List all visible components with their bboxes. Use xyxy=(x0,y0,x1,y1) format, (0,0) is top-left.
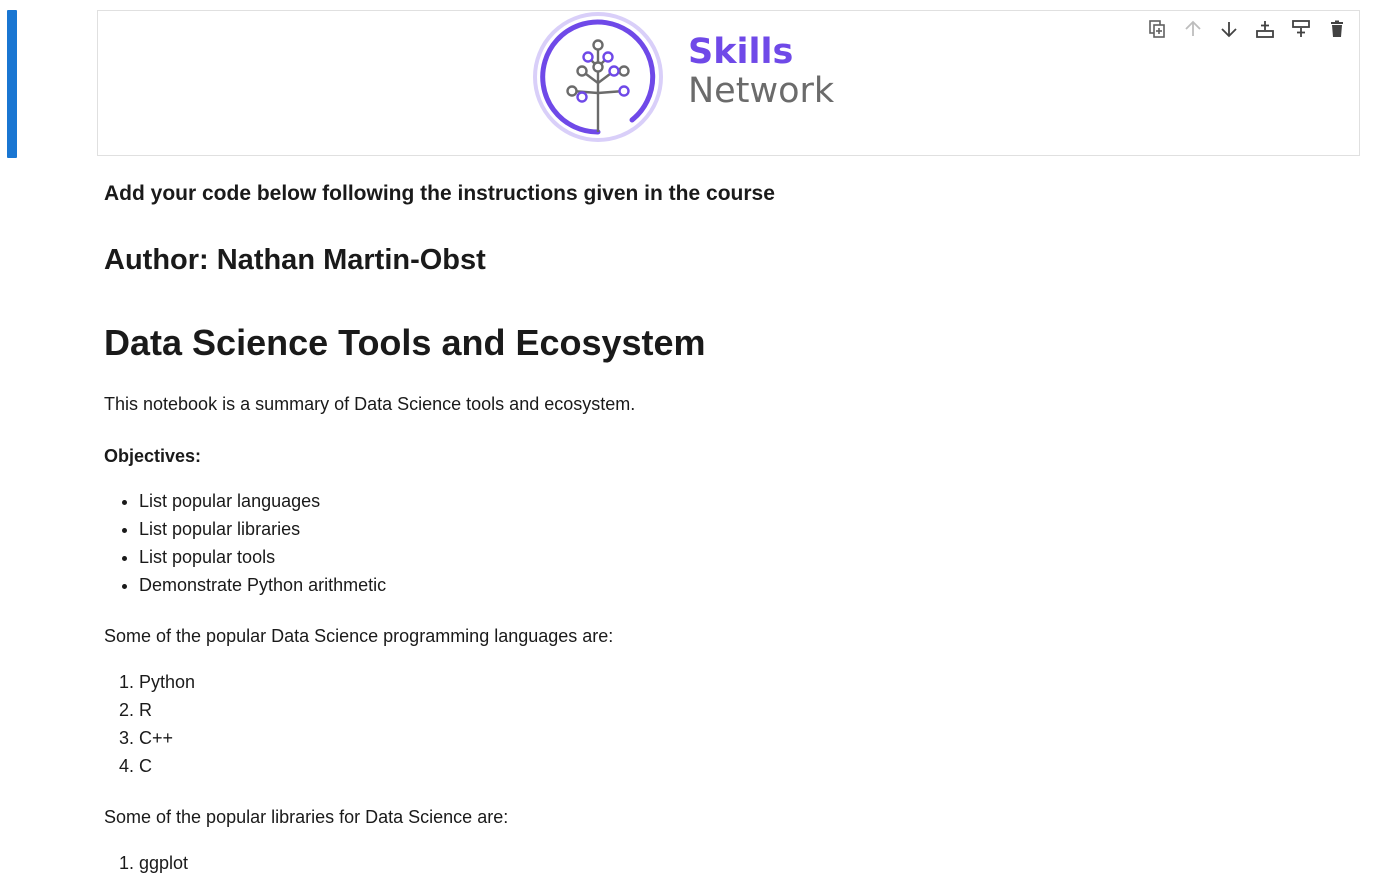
move-up-icon xyxy=(1185,20,1201,36)
list-item: List popular tools xyxy=(139,543,386,571)
insert-below-button[interactable] xyxy=(1289,17,1313,41)
list-item: List popular languages xyxy=(139,487,386,515)
summary-text: This notebook is a summary of Data Scien… xyxy=(104,394,636,414)
insert-above-icon xyxy=(1256,21,1274,38)
list-item: R xyxy=(139,696,195,724)
list-item: Python xyxy=(139,668,195,696)
list-item: ggplot xyxy=(139,849,188,877)
page-title: Data Science Tools and Ecosystem xyxy=(104,322,706,363)
move-down-button[interactable] xyxy=(1217,17,1241,41)
active-cell-indicator[interactable] xyxy=(7,10,17,158)
instructions-text: Add your code below following the instru… xyxy=(104,182,775,205)
move-up-button[interactable] xyxy=(1181,17,1205,41)
delete-cell-button[interactable] xyxy=(1325,17,1349,41)
objectives-label: Objectives: xyxy=(104,446,202,466)
move-down-icon xyxy=(1221,22,1237,38)
cell-toolbar xyxy=(1145,17,1349,41)
list-item: Demonstrate Python arithmetic xyxy=(139,571,386,599)
list-item: C++ xyxy=(139,724,195,752)
list-item: C xyxy=(139,752,195,780)
libraries-list: ggplot xyxy=(104,849,188,877)
insert-below-icon xyxy=(1292,20,1310,37)
brand-text: Skills Network xyxy=(688,35,834,109)
languages-list: Python R C++ C xyxy=(104,668,195,780)
author-heading: Author: Nathan Martin-Obst xyxy=(104,244,486,276)
brand-line-2: Network xyxy=(688,71,835,111)
skills-network-logo: Skills Network xyxy=(532,11,852,157)
insert-above-button[interactable] xyxy=(1253,17,1277,41)
brand-line-1: Skills xyxy=(688,32,794,72)
delete-cell-icon xyxy=(1331,20,1343,37)
languages-intro: Some of the popular Data Science program… xyxy=(104,626,614,646)
libraries-intro: Some of the popular libraries for Data S… xyxy=(104,807,509,827)
logo-cell[interactable]: Skills Network xyxy=(97,10,1360,156)
duplicate-cell-icon xyxy=(1149,20,1165,38)
tree-network-icon xyxy=(533,12,663,142)
list-item: List popular libraries xyxy=(139,515,386,543)
objectives-list: List popular languages List popular libr… xyxy=(104,487,386,599)
notebook-page: Skills Network Add your code below follo… xyxy=(0,0,1376,881)
duplicate-cell-button[interactable] xyxy=(1145,17,1169,41)
